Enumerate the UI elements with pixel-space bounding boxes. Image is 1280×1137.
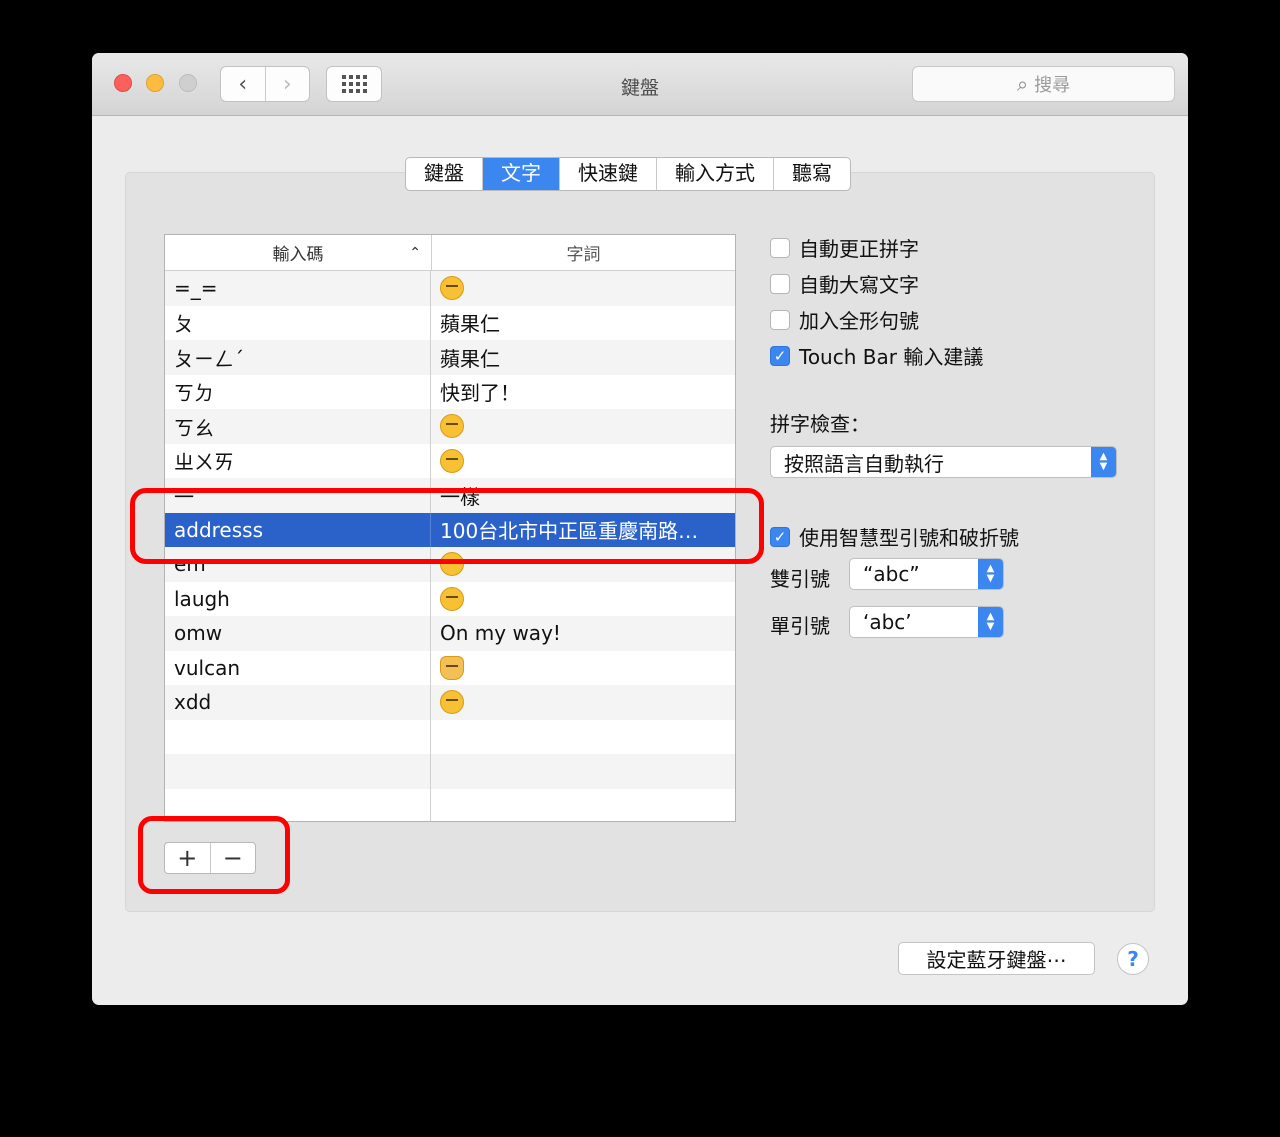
with-cell — [431, 582, 735, 617]
table-row[interactable] — [165, 719, 735, 755]
tab-shortcuts[interactable]: 快速鍵 — [559, 158, 656, 190]
table-row[interactable]: xdd — [165, 685, 735, 720]
table-row[interactable]: vulcan — [165, 650, 735, 686]
checkbox-box — [770, 237, 790, 258]
touchbar-suggestions-checkbox[interactable]: ✓ Touch Bar 輸入建議 — [770, 341, 983, 370]
replace-cell: omw — [165, 616, 431, 651]
with-cell: 蘋果仁 — [440, 346, 500, 371]
table-row[interactable]: ㄆ蘋果仁 — [165, 305, 735, 340]
table-row[interactable]: ㄓㄨㄞ — [165, 443, 735, 479]
with-cell: 蘋果仁 — [440, 312, 500, 337]
with-cell — [431, 444, 735, 479]
double-quotes-popup[interactable]: “abc” ▲ ▼ — [849, 558, 1004, 590]
checkbox-box — [770, 309, 790, 330]
with-cell: 快到了！ — [440, 381, 520, 406]
thinking-face-icon — [440, 414, 464, 439]
setup-bluetooth-keyboard-button[interactable]: 設定藍牙鍵盤⋯ — [898, 942, 1095, 975]
table-row[interactable]: ㄆㄧㄥˊ 蘋果仁 — [165, 340, 735, 375]
with-cell — [431, 685, 735, 720]
replace-cell: ㄎㄉ — [165, 374, 431, 409]
checkmark-icon: ✓ — [770, 526, 790, 547]
replace-cell: vulcan — [165, 650, 431, 685]
with-cell — [431, 720, 735, 755]
sort-ascending-icon: ⌃ — [409, 244, 421, 261]
tab-text[interactable]: 文字 — [482, 158, 559, 190]
with-cell — [431, 754, 735, 789]
fullwidth-period-checkbox[interactable]: 加入全形句號 — [770, 305, 919, 334]
with-cell — [431, 271, 735, 306]
popup-arrows-icon: ▲ ▼ — [1091, 447, 1116, 477]
search-placeholder: 搜尋 — [1034, 75, 1071, 96]
search-field[interactable]: ⌕ 搜尋 — [912, 66, 1175, 102]
table-header: 輸入碼 ⌃ 字詞 — [165, 235, 735, 271]
popup-arrows-icon: ▲ ▼ — [978, 607, 1003, 637]
tab-bar: 鍵盤 文字 快速鍵 輸入方式 聽寫 — [405, 157, 851, 191]
with-cell: On my way! — [440, 621, 561, 646]
with-cell — [431, 409, 735, 444]
auto-correct-checkbox[interactable]: 自動更正拼字 — [770, 233, 919, 262]
table-row[interactable]: =_= — [165, 271, 735, 306]
replace-cell: ㄎㄠ — [165, 409, 431, 444]
checkmark-icon: ✓ — [770, 345, 790, 366]
with-cell — [431, 789, 735, 822]
auto-capitalize-checkbox[interactable]: 自動大寫文字 — [770, 269, 919, 298]
replace-cell — [165, 754, 431, 789]
red-highlight-selected-row — [130, 488, 764, 564]
tab-keyboard[interactable]: 鍵盤 — [406, 158, 482, 190]
tab-dictation[interactable]: 聽寫 — [773, 158, 850, 190]
tears-of-joy-face-icon — [440, 586, 464, 611]
replace-cell: laugh — [165, 581, 431, 616]
column-header-replace[interactable]: 輸入碼 ⌃ — [165, 235, 432, 270]
grinning-squinting-face-icon — [440, 690, 464, 715]
replace-cell: ㄆㄧㄥˊ — [165, 340, 431, 375]
single-quotes-label: 單引號 — [770, 614, 830, 638]
replace-cell — [165, 719, 431, 754]
table-row[interactable]: laugh — [165, 581, 735, 617]
table-row[interactable]: omw On my way! — [165, 616, 735, 651]
table-row[interactable] — [165, 754, 735, 789]
red-highlight-add-remove — [138, 816, 290, 894]
double-quotes-label: 雙引號 — [770, 567, 830, 591]
smart-quotes-checkbox[interactable]: ✓ 使用智慧型引號和破折號 — [770, 522, 1019, 551]
expressionless-face-icon — [440, 276, 464, 301]
replace-cell: ㄆ — [165, 305, 431, 340]
table-row[interactable]: ㄎㄉ 快到了！ — [165, 374, 735, 409]
help-button[interactable]: ? — [1117, 943, 1149, 975]
smirking-face-icon — [440, 448, 464, 473]
vulcan-salute-icon — [440, 655, 464, 680]
with-cell — [431, 651, 735, 686]
replace-cell: =_= — [165, 271, 431, 306]
spelling-popup[interactable]: 按照語言自動執行 ▲ ▼ — [770, 446, 1117, 478]
popup-arrows-icon: ▲ ▼ — [978, 559, 1003, 589]
keyboard-preferences-window: ‹ › 鍵盤 ⌕ 搜尋 鍵盤 文字 快速鍵 輸入方式 聽寫 輸入碼 ⌃ 字詞 =… — [92, 53, 1188, 1005]
search-icon: ⌕ — [1016, 72, 1029, 96]
single-quotes-popup[interactable]: ‘abc’ ▲ ▼ — [849, 606, 1004, 638]
replace-cell: ㄓㄨㄞ — [165, 443, 431, 478]
tab-input-sources[interactable]: 輸入方式 — [656, 158, 773, 190]
spelling-label: 拼字檢查： — [770, 412, 870, 436]
titlebar: ‹ › 鍵盤 ⌕ 搜尋 — [92, 53, 1188, 116]
checkbox-box — [770, 273, 790, 294]
table-row[interactable]: ㄎㄠ — [165, 409, 735, 444]
column-header-with[interactable]: 字詞 — [432, 235, 735, 270]
replace-cell: xdd — [165, 685, 431, 720]
